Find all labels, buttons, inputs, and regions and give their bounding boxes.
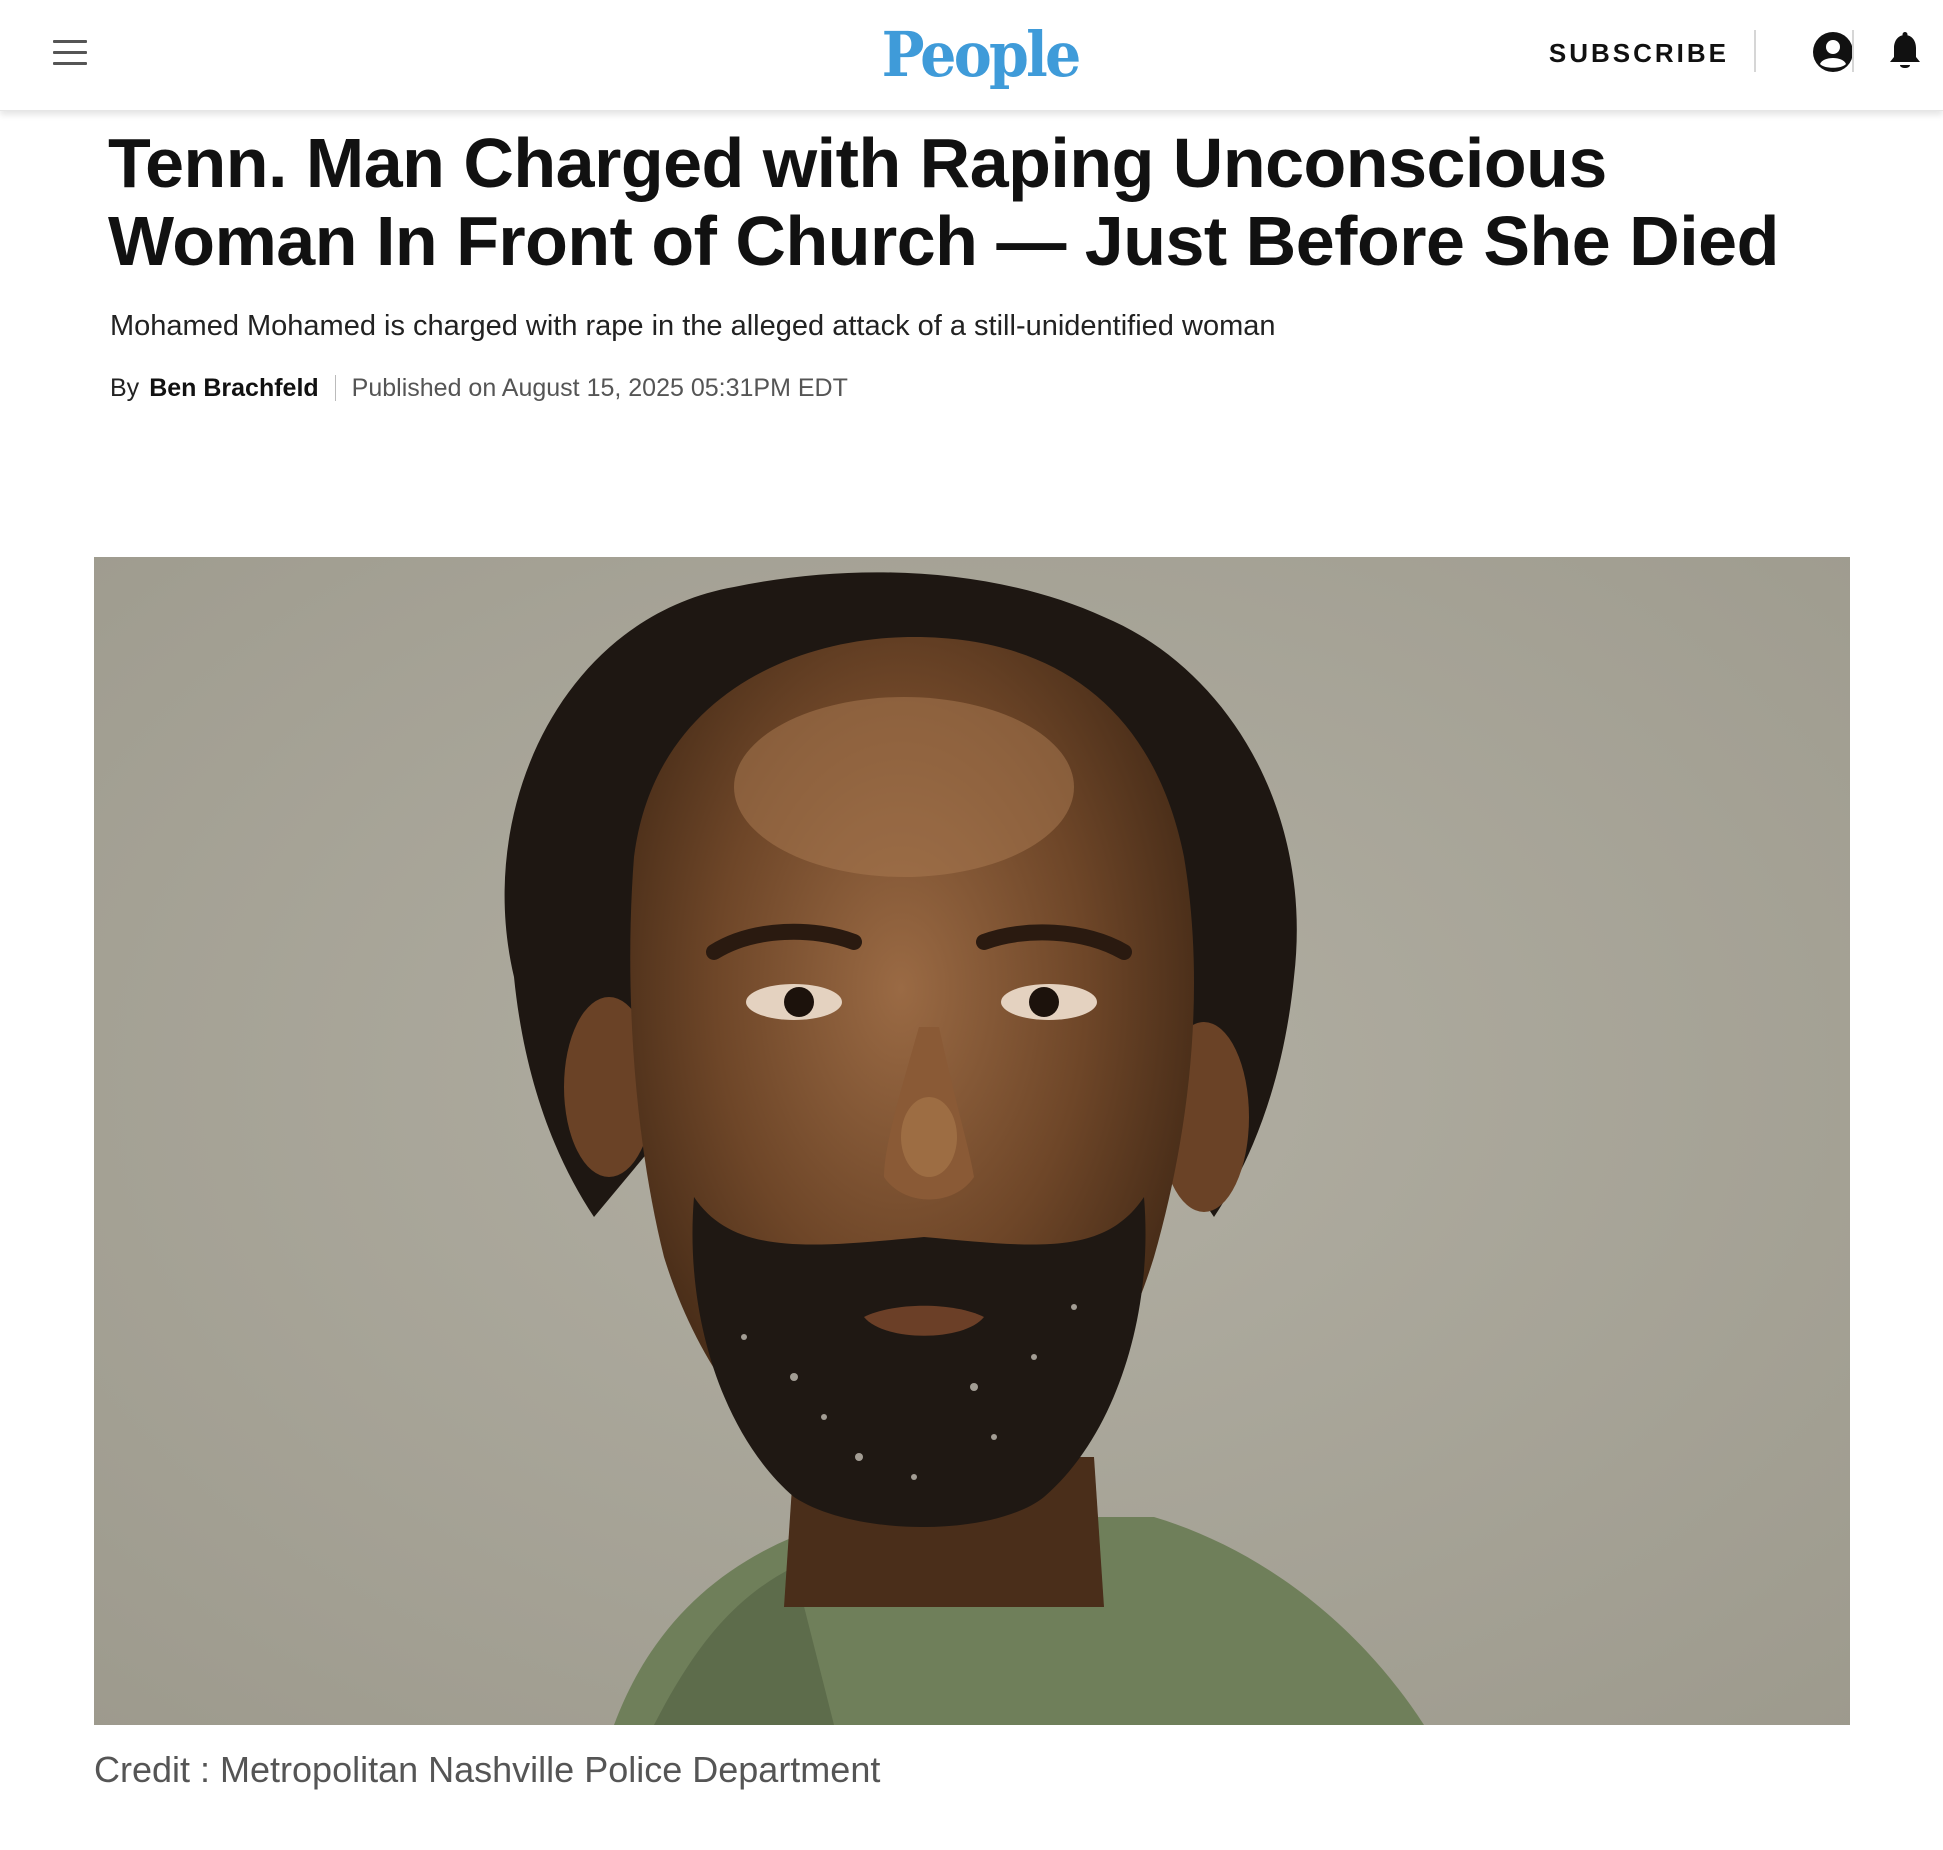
byline-divider xyxy=(334,375,336,401)
publish-date: Published on August 15, 2025 05:31PM EDT xyxy=(351,374,848,402)
nav-divider xyxy=(1852,30,1854,72)
image-credit: Credit : Metropolitan Nashville Police D… xyxy=(94,1749,881,1790)
menu-line xyxy=(53,61,87,65)
mugshot-photo xyxy=(94,557,1850,1725)
hamburger-menu-icon[interactable] xyxy=(40,30,100,74)
menu-line xyxy=(53,39,87,43)
logo-wordmark: People xyxy=(881,17,1082,91)
author-link[interactable]: Ben Brachfeld xyxy=(149,371,318,405)
nav-divider xyxy=(1754,30,1756,72)
byline-prefix: By xyxy=(110,374,140,402)
notification-bell-icon[interactable] xyxy=(1887,31,1923,73)
byline: By Ben Brachfeld Published on August 15,… xyxy=(110,371,848,405)
subscribe-button[interactable]: SUBSCRIBE xyxy=(1549,33,1729,73)
top-navigation-bar: People SUBSCRIBE xyxy=(0,0,1943,111)
site-logo[interactable]: People xyxy=(880,6,1082,102)
menu-line xyxy=(53,50,87,54)
article-subheadline: Mohamed Mohamed is charged with rape in … xyxy=(110,310,1276,342)
article-hero-image xyxy=(94,557,1850,1725)
account-icon[interactable] xyxy=(1812,31,1854,73)
article-headline: Tenn. Man Charged with Raping Unconsciou… xyxy=(108,124,1779,280)
